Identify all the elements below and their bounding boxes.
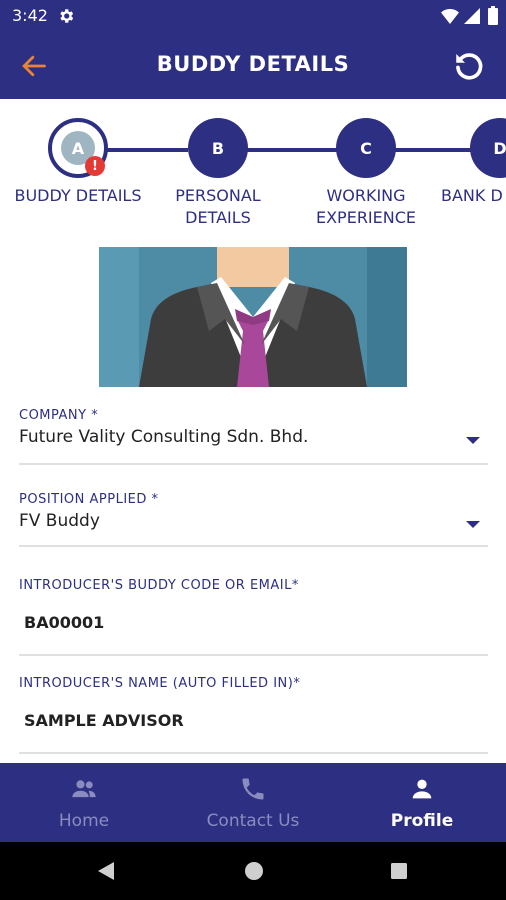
back-triangle-icon[interactable] <box>96 861 116 881</box>
introducer-name-label: INTRODUCER'S NAME (AUTO FILLED IN)* <box>19 676 301 691</box>
step-b-label-line2: DETAILS <box>185 208 251 227</box>
introducer-name-value: SAMPLE ADVISOR <box>24 711 184 730</box>
status-bar: 3:42 <box>0 0 506 32</box>
introducer-code-label: INTRODUCER'S BUDDY CODE OR EMAIL* <box>19 578 299 593</box>
settings-gear-icon <box>60 9 74 23</box>
signal-icon <box>464 8 480 24</box>
step-d-letter: D <box>493 138 506 158</box>
position-label: POSITION APPLIED * <box>19 492 159 507</box>
nav-home[interactable]: Home <box>0 763 168 842</box>
nav-profile-label: Profile <box>390 811 454 831</box>
step-a-label-text: BUDDY DETAILS <box>14 186 142 205</box>
nav-contact-us-label: Contact Us <box>206 811 300 831</box>
introducer-code-value: BA00001 <box>24 613 105 632</box>
field-underline <box>19 463 488 465</box>
recents-square-icon[interactable] <box>390 862 408 880</box>
introducer-code-field[interactable]: INTRODUCER'S BUDDY CODE OR EMAIL* BA0000… <box>19 578 488 658</box>
field-underline <box>19 654 488 656</box>
step-b-label: PERSONAL DETAILS <box>148 185 288 229</box>
error-badge: ! <box>85 156 105 176</box>
profile-illustration <box>99 247 407 387</box>
bottom-navigation: Home Contact Us Profile <box>0 763 506 842</box>
introducer-name-field: INTRODUCER'S NAME (AUTO FILLED IN)* SAMP… <box>19 676 488 756</box>
step-b-label-line1: PERSONAL <box>175 186 261 205</box>
step-b-letter: B <box>211 138 225 158</box>
page-title: BUDDY DETAILS <box>156 52 350 76</box>
step-c-label: WORKING EXPERIENCE <box>296 185 436 229</box>
step-d-label: BANK D <box>441 185 506 207</box>
app-bar: BUDDY DETAILS <box>0 32 506 99</box>
company-label: COMPANY * <box>19 408 99 423</box>
battery-icon <box>488 6 498 25</box>
people-icon <box>72 780 96 798</box>
refresh-icon[interactable] <box>452 49 486 83</box>
wifi-icon <box>441 9 459 24</box>
field-underline <box>19 545 488 547</box>
step-c-label-line2: EXPERIENCE <box>315 208 417 227</box>
position-dropdown[interactable]: POSITION APPLIED * FV Buddy <box>19 492 488 550</box>
step-d-label-text: BANK D <box>441 186 503 205</box>
step-c-letter: C <box>360 138 372 158</box>
phone-icon <box>242 778 264 800</box>
progress-stepper: A ! B C D BUDDY DETAILS PERSONAL DETAILS… <box>0 99 506 239</box>
nav-profile[interactable]: Profile <box>338 763 506 842</box>
company-value: Future Vality Consulting Sdn. Bhd. <box>19 427 309 447</box>
system-navigation-bar <box>0 842 506 900</box>
field-underline <box>19 752 488 754</box>
company-dropdown[interactable]: COMPANY * Future Vality Consulting Sdn. … <box>19 408 488 466</box>
chevron-down-icon <box>466 437 480 444</box>
businessman-avatar-icon <box>99 247 407 387</box>
step-c[interactable]: C <box>336 118 396 178</box>
step-b[interactable]: B <box>188 118 248 178</box>
position-value: FV Buddy <box>19 511 100 531</box>
home-circle-icon[interactable] <box>244 861 264 881</box>
chevron-down-icon <box>466 521 480 528</box>
nav-contact-us[interactable]: Contact Us <box>169 763 337 842</box>
step-d[interactable]: D <box>470 118 506 178</box>
nav-home-label: Home <box>58 811 110 831</box>
status-time: 3:42 <box>12 6 48 25</box>
person-icon <box>412 779 432 799</box>
step-a-label: BUDDY DETAILS <box>8 185 148 207</box>
step-c-label-line1: WORKING <box>326 186 406 205</box>
